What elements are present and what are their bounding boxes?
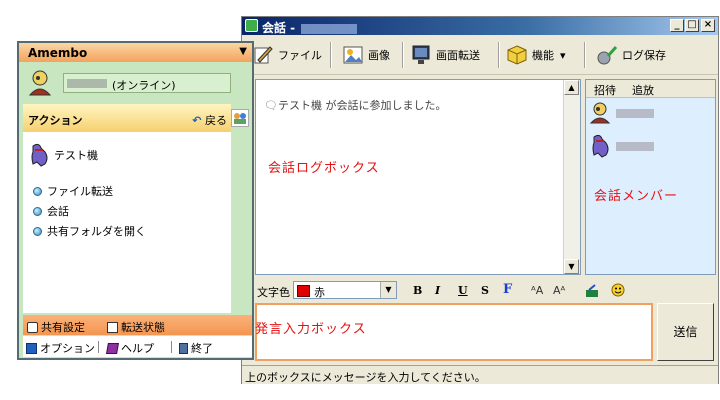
maximize-button[interactable]: □ <box>685 19 699 32</box>
help-button[interactable]: ヘルプ <box>106 340 154 356</box>
font-size-up-icon[interactable]: ᴬA <box>531 284 543 297</box>
member-item[interactable] <box>588 99 654 127</box>
chevron-down-icon[interactable]: ▼ <box>380 282 396 298</box>
monitor-icon <box>410 44 432 66</box>
amembo-footer-bottom: オプション ヘルプ 終了 <box>23 336 252 357</box>
blurred-username <box>67 79 107 88</box>
action-open-shared-folder[interactable]: 共有フォルダを開く <box>33 223 146 239</box>
bullet-icon <box>33 226 42 236</box>
chat-title: 会話 - <box>262 21 296 35</box>
bullet-icon <box>33 186 42 196</box>
blurred-chat-name <box>301 23 358 34</box>
members-annotation: 会話メンバー <box>594 189 679 204</box>
text-color-select[interactable]: 赤 ▼ <box>293 281 397 299</box>
italic-button[interactable]: I <box>435 284 440 297</box>
amembo-title: Amembo <box>28 46 88 60</box>
exit-door-icon <box>179 342 188 354</box>
underline-button[interactable]: U <box>458 284 468 297</box>
status-text: 上のボックスにメッセージを入力してください。 <box>245 371 486 384</box>
input-box-annotation: 発言入力ボックス <box>255 322 367 337</box>
cube-icon <box>506 44 528 66</box>
dinosaur-avatar-icon <box>31 143 48 167</box>
transfer-icon <box>107 321 118 333</box>
amembo-footer-top: 共有設定 転送状態 <box>23 315 252 335</box>
transfer-status-button[interactable]: 転送状態 <box>107 319 165 335</box>
action-conversation[interactable]: 会話 <box>33 203 69 219</box>
kick-button[interactable]: 追放 <box>632 82 654 98</box>
function-button[interactable]: 機能 ▾ <box>506 42 566 68</box>
action-file-transfer[interactable]: ファイル転送 <box>33 183 113 199</box>
action-panel: アクション ↶ 戻る テスト機 ファイル転送 会話 共有フォルダを開く <box>23 104 231 313</box>
user-status-box[interactable]: (オンライン) <box>63 73 231 93</box>
status-bar: 上のボックスにメッセージを入力してください。 <box>242 365 718 384</box>
self-avatar-icon <box>28 70 52 96</box>
font-button[interactable]: F <box>503 282 512 297</box>
blurred-member-name <box>616 108 654 118</box>
emoticon-icon[interactable] <box>611 283 625 300</box>
save-log-icon <box>596 44 618 66</box>
send-button[interactable]: 送信 <box>657 303 714 361</box>
save-log-button[interactable]: ログ保存 <box>596 42 666 68</box>
strike-button[interactable]: S <box>481 284 489 297</box>
text-color-label: 文字色 <box>257 286 290 299</box>
member-list: 招待 追放 <box>585 79 716 275</box>
scroll-down-arrow[interactable]: ▼ <box>564 259 579 274</box>
action-header: アクション <box>28 114 83 127</box>
invite-button[interactable]: 招待 <box>594 82 616 98</box>
back-arrow-icon: ↶ <box>192 114 202 127</box>
contacts-tab-icon[interactable] <box>231 109 249 127</box>
chat-window: 会話 - _ □ × ファイル 画像 画面転送 機能 ▾ ログ保存 🗨テスト機 … <box>241 16 719 384</box>
minimize-button[interactable]: _ <box>670 19 684 32</box>
options-icon <box>26 342 37 354</box>
format-toolbar: 文字色 赤 ▼ B I U S F ᴬA Aᴬ <box>255 281 716 303</box>
amembo-titlebar: Amembo ▼ <box>19 43 252 62</box>
close-button[interactable]: × <box>701 19 715 32</box>
amembo-window: Amembo ▼ (オンライン) アクション ↶ 戻る テスト機 ファイル転送 … <box>17 41 254 360</box>
exit-button[interactable]: 終了 <box>179 340 213 356</box>
color-swatch <box>297 285 310 297</box>
log-scrollbar[interactable]: ▲ ▼ <box>563 80 580 274</box>
back-button[interactable]: ↶ 戻る <box>192 112 227 128</box>
chat-titlebar: 会話 - _ □ × <box>242 17 718 35</box>
share-settings-button[interactable]: 共有設定 <box>27 319 85 335</box>
user-avatar-icon <box>589 102 611 124</box>
system-message: テスト機 が会話に参加しました。 <box>277 99 447 112</box>
share-icon <box>27 321 38 333</box>
image-button[interactable]: 画像 <box>342 42 390 68</box>
contact-name: テスト機 <box>54 149 98 162</box>
log-box-annotation: 会話ログボックス <box>268 161 380 176</box>
stamp-icon[interactable] <box>585 284 599 301</box>
blurred-member-name <box>616 141 654 151</box>
scroll-up-arrow[interactable]: ▲ <box>564 80 579 95</box>
amembo-menu-dropdown[interactable]: ▼ <box>239 46 247 57</box>
bold-button[interactable]: B <box>413 284 422 297</box>
dinosaur-avatar-icon <box>592 134 609 158</box>
screen-transfer-button[interactable]: 画面転送 <box>410 42 480 68</box>
online-status: (オンライン) <box>112 79 176 92</box>
options-button[interactable]: オプション <box>26 340 95 356</box>
pen-icon <box>252 44 274 66</box>
contact-item[interactable]: テスト機 <box>27 142 98 168</box>
chat-app-icon <box>245 19 258 32</box>
function-dropdown-arrow[interactable]: ▾ <box>560 49 566 62</box>
image-icon <box>342 44 364 66</box>
bullet-icon <box>33 206 42 216</box>
font-size-down-icon[interactable]: Aᴬ <box>553 284 565 297</box>
chat-toolbar: ファイル 画像 画面転送 機能 ▾ ログ保存 <box>242 36 718 75</box>
conversation-log[interactable]: 🗨テスト機 が会話に参加しました。 ▲ ▼ <box>255 79 581 275</box>
member-item[interactable] <box>588 132 654 160</box>
system-message-icon: 🗨 <box>264 99 278 112</box>
help-book-icon <box>106 342 119 354</box>
file-button[interactable]: ファイル <box>252 42 322 68</box>
